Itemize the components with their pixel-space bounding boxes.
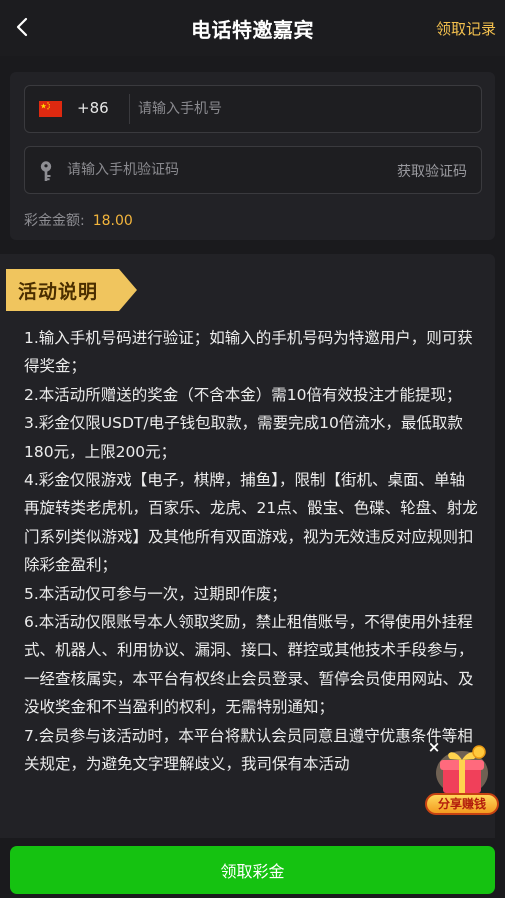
verification-form: +86 获取验证码 彩金金额: 18.00 [10, 72, 495, 240]
bottom-action-bar: 领取彩金 [0, 838, 505, 898]
claim-bonus-button[interactable]: 领取彩金 [10, 846, 495, 894]
rule-item: 2.本活动所赠送的奖金（不含本金）需10倍有效投注才能提现； [24, 385, 462, 404]
rule-item: 5.本活动仅可参与一次，过期即作废； [24, 584, 287, 603]
china-flag-icon[interactable] [39, 101, 62, 117]
verification-code-row: 获取验证码 [24, 146, 482, 194]
activity-title-ribbon: 活动说明 [6, 269, 137, 311]
rule-item: 4.彩金仅限游戏【电子，棋牌，捕鱼】，限制【街机、桌面、单轴再旋转类老虎机，百家… [24, 471, 478, 575]
claim-records-link[interactable]: 领取记录 [436, 18, 496, 39]
get-code-button[interactable]: 获取验证码 [397, 161, 467, 181]
rule-item: 1.输入手机号码进行验证；如输入的手机号码为特邀用户，则可获得奖金； [24, 329, 473, 376]
phone-field-row: +86 [24, 85, 482, 133]
country-dial-code[interactable]: +86 [77, 99, 109, 117]
activity-rules: 1.输入手机号码进行验证；如输入的手机号码为特邀用户，则可获得奖金； 2.本活动… [24, 324, 479, 779]
bonus-amount-label: 彩金金额: [24, 213, 85, 229]
share-earn-label[interactable]: 分享赚钱 [425, 793, 499, 815]
rule-item: 3.彩金仅限USDT/电子钱包取款，需要完成10倍流水，最低取款180元，上限2… [24, 414, 463, 461]
bonus-amount-value: 18.00 [92, 213, 133, 229]
field-divider [129, 94, 130, 124]
gift-icon [436, 745, 488, 795]
key-icon [40, 161, 52, 181]
phone-number-input[interactable] [138, 94, 468, 124]
share-earn-widget[interactable]: × 分享赚钱 [420, 735, 500, 820]
page-title: 电话特邀嘉宾 [191, 18, 314, 42]
rule-item: 6.本活动仅限账号本人领取奖励，禁止租借账号，不得使用外挂程式、机器人、利用协议… [24, 613, 474, 717]
close-icon[interactable]: × [426, 739, 442, 755]
activity-title: 活动说明 [18, 281, 99, 303]
rule-item: 7.会员参与该活动时，本平台将默认会员同意且遵守优惠条件等相关规定，为避免文字理… [24, 726, 473, 774]
bonus-amount: 彩金金额: 18.00 [24, 210, 133, 230]
verification-code-input[interactable] [67, 155, 367, 185]
top-nav-bar: 电话特邀嘉宾 领取记录 [0, 0, 505, 56]
